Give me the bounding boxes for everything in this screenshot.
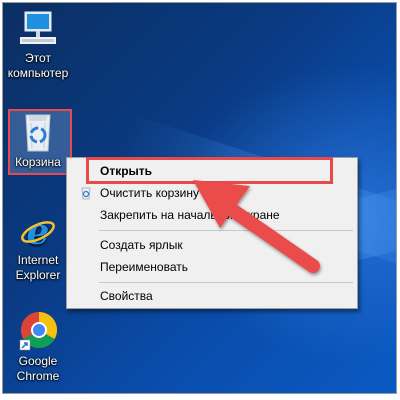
desktop-icon-label: Chrome [16,369,60,383]
menu-item-empty-recycle-bin[interactable]: Очистить корзину [70,182,354,204]
menu-item-label: Создать ярлык [100,238,183,252]
menu-item-pin-to-start[interactable]: Закрепить на начальном экране [70,204,354,226]
menu-item-label: Переименовать [100,260,188,274]
desktop-icon-label: Internet [17,253,59,267]
desktop-icon-label: компьютер [7,66,69,80]
desktop-icon-recycle-bin[interactable]: Корзина [3,111,74,170]
menu-item-label: Свойства [100,289,153,303]
menu-item-create-shortcut[interactable]: Создать ярлык [70,234,354,256]
menu-item-label: Закрепить на начальном экране [100,208,280,222]
menu-item-label: Очистить корзину [100,186,199,200]
desktop-icon-google-chrome[interactable]: Google Chrome [3,310,74,384]
desktop-icon-internet-explorer[interactable]: e Internet Explorer [3,211,74,283]
menu-item-rename[interactable]: Переименовать [70,256,354,278]
menu-separator [99,282,353,283]
desktop-icon-label: Корзина [15,155,61,169]
menu-separator [99,230,353,231]
open-item-highlight-box [86,157,333,184]
recycle-bin-icon [25,114,51,152]
computer-icon [20,11,56,44]
context-menu: Открыть Очистить корзину Закрепить на на… [66,157,358,309]
recycle-bin-small-icon [81,187,91,200]
chrome-icon [19,312,58,351]
desktop-icon-label: Этот [25,51,51,65]
desktop-icon-label: Google [18,354,58,368]
desktop-icon-label: Explorer [15,268,61,282]
screenshot-frame: Этот компьютер Корзина e Internet Explor… [2,2,397,394]
desktop-icon-this-pc[interactable]: Этот компьютер [3,9,74,81]
menu-item-properties[interactable]: Свойства [70,285,354,307]
internet-explorer-icon: e [21,211,55,251]
svg-text:e: e [27,211,50,251]
